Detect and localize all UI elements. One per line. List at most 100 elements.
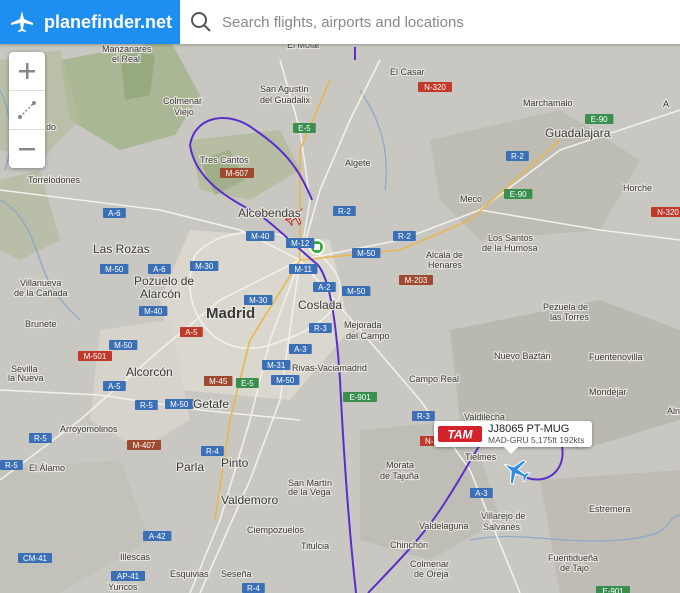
search-icon[interactable] [190,11,212,33]
road-label: M-407 [127,440,161,450]
road-label-text: M-607 [226,169,249,178]
road-label: R-5 [29,433,52,443]
road-label-text: M-501 [84,352,107,361]
zoom-in-button[interactable] [9,52,45,90]
road-label: A-6 [103,208,126,218]
place-label: Alarcón [140,287,181,301]
place-label: Aln [667,406,680,416]
place-label: El Casar [390,67,425,77]
road-label: R-2 [333,206,356,216]
road-label: M-50 [271,375,300,385]
road-label: A-3 [289,344,312,354]
place-label: Parla [176,460,204,474]
road-label-text: A-2 [318,283,331,292]
place-label: do [46,122,56,132]
selected-plane-icon[interactable] [500,455,532,487]
road-label-text: A-42 [149,532,166,541]
place-label: Fuentidueña [548,553,598,563]
place-label: Colmenar [410,559,449,569]
place-label: del Guadalix [260,95,311,105]
place-label: Los Santos [488,233,534,243]
map-canvas[interactable]: N-320 E-5 R-2 E-90 E-90 N-320 M-607 A-6 R-2 R-2 M-… [0,0,680,593]
place-label: Valdelaguna [419,521,468,531]
airline-logo: TAM [438,426,482,442]
road-label-text: E-90 [510,190,527,199]
road-label: R-4 [201,446,224,456]
road-label-text: R-5 [5,461,18,470]
road-label-text: A-3 [294,345,307,354]
road-label: M-30 [244,295,273,305]
place-label: Villanueva [20,278,61,288]
road-label-text: M-50 [357,249,376,258]
road-label: E-90 [504,189,533,199]
place-label: Colmenar [163,96,202,106]
place-label: Pinto [221,456,249,470]
road-label: R-5 [0,460,23,470]
place-label: Yuncos [108,582,138,592]
search-input[interactable] [220,12,664,32]
road-label-text: CM-41 [23,554,48,563]
place-label: Horche [623,183,652,193]
flight-callsign: JJ8065 PT-MUG [488,423,570,435]
road-label-text: M-30 [249,296,268,305]
place-label: Las Rozas [93,242,150,256]
place-label: A [663,99,669,109]
road-label-text: R-3 [417,412,430,421]
place-label: Esquivias [170,569,209,579]
place-label: las Torres [550,312,589,322]
place-label: Madrid [206,305,255,322]
road-label-text: A-3 [475,489,488,498]
road-label: N-320 [651,207,680,217]
place-label: Chinchón [390,540,428,550]
road-label: E-5 [293,123,316,133]
place-label: Alcobendas [238,206,301,220]
road-label-text: A-5 [108,382,121,391]
road-label: A-5 [180,327,203,337]
road-label-text: R-4 [247,584,260,593]
road-label-text: E-901 [349,393,371,402]
place-label: Henares [428,260,463,270]
road-label: M-203 [399,275,433,285]
place-label: Mejorada [344,320,382,330]
road-label-text: M-31 [267,361,286,370]
road-label-text: R-5 [140,401,153,410]
road-label-text: M-30 [195,262,214,271]
place-label: Alcalá de [426,250,463,260]
place-label: Salvanés [483,522,521,532]
road-label-text: E-901 [602,587,624,593]
road-label: N-320 [418,82,452,92]
place-label: Guadalajara [545,126,611,140]
brand[interactable]: planefinder.net [0,0,180,44]
place-label: Getafe [193,397,229,411]
place-label: Illescas [120,552,151,562]
place-label: de la Humosa [482,243,538,253]
road-label-text: N-320 [657,208,679,217]
place-label: Tielmes [465,452,497,462]
place-label: Estremera [589,504,631,514]
place-label: Alcorcón [126,365,173,379]
road-label: M-50 [100,264,129,274]
road-label: E-901 [596,586,630,593]
place-label: Brunete [25,319,57,329]
brand-name: planefinder.net [44,11,173,32]
road-label-text: M-45 [209,377,228,386]
place-label: de la Cañada [14,288,68,298]
place-label: Nuevo Baztán [494,351,551,361]
measure-button[interactable] [9,90,45,129]
zoom-out-button[interactable] [9,129,45,168]
place-label: Meco [460,194,482,204]
flight-tooltip[interactable]: TAM JJ8065 PT-MUG MAD-GRU 5,175ft 192kts [434,421,592,454]
road-label: M-50 [352,248,381,258]
road-label-text: E-5 [298,124,311,133]
road-label: A-3 [470,488,493,498]
road-label: A-5 [103,381,126,391]
top-bar: planefinder.net [0,0,680,44]
map-controls [9,52,45,168]
road-label-text: R-4 [206,447,219,456]
road-label: M-50 [165,399,194,409]
place-label: Coslada [298,298,342,312]
road-label: E-901 [343,392,377,402]
road-label: R-3 [309,323,332,333]
place-label: Pozuelo de [134,274,194,288]
road-label: E-5 [236,378,259,388]
